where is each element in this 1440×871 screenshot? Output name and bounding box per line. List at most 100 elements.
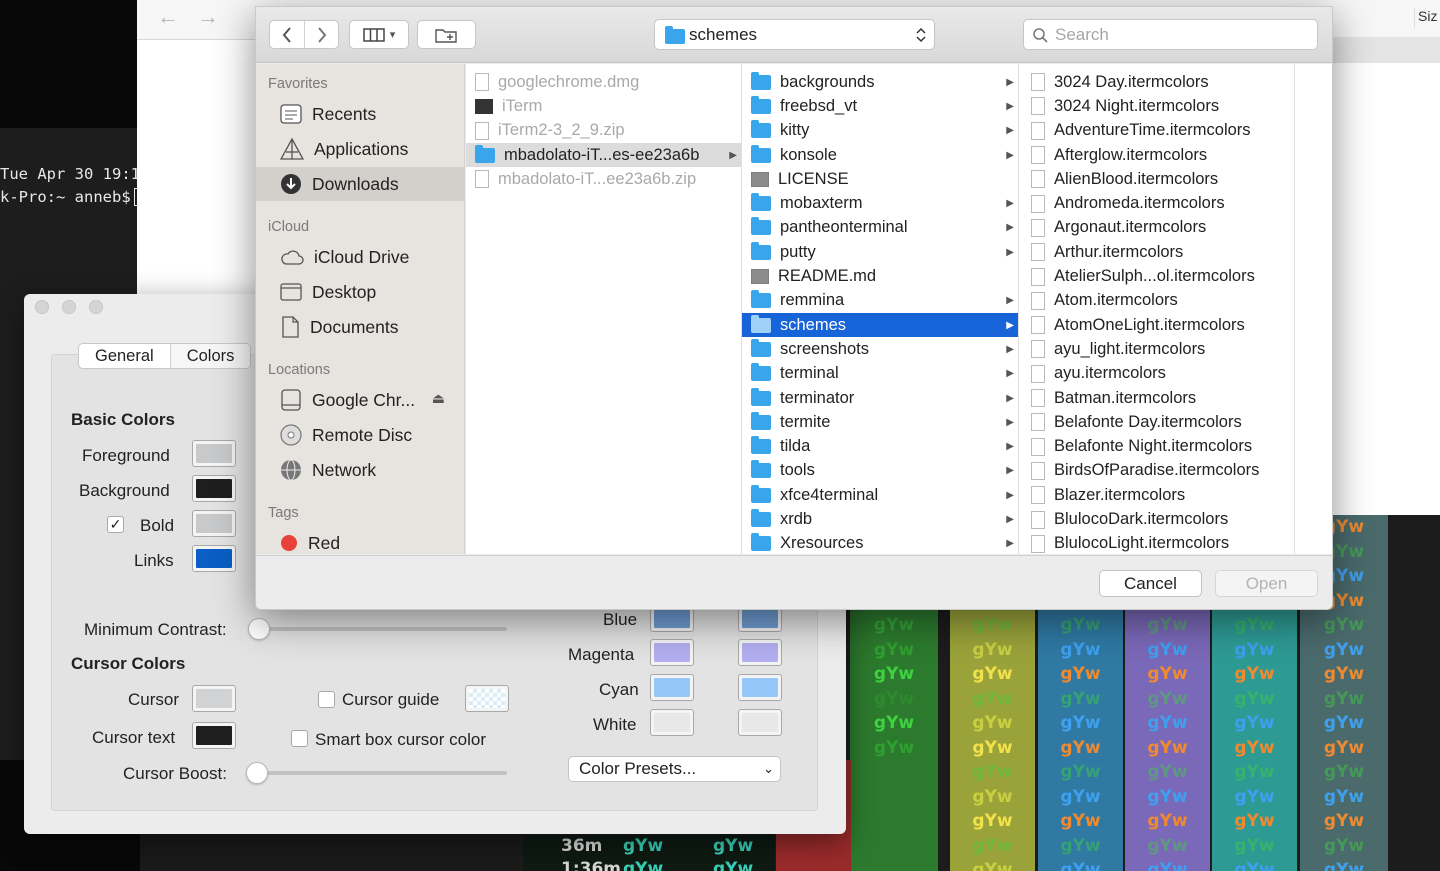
file-row[interactable]: Arthur.itermcolors: [1019, 240, 1294, 264]
swatch-sample-text: gYw: [972, 762, 1013, 782]
file-row[interactable]: screenshots ▶: [742, 337, 1018, 361]
color-presets-label: Color Presets...: [579, 759, 697, 778]
disclosure-arrow-icon: ▶: [1006, 222, 1014, 234]
file-row[interactable]: Blazer.itermcolors: [1019, 483, 1294, 507]
swatch-sample-text: gYw: [972, 615, 1013, 635]
file-row[interactable]: tilda ▶: [742, 435, 1018, 459]
file-row[interactable]: Argonaut.itermcolors: [1019, 216, 1294, 240]
minimum-contrast-slider[interactable]: [248, 618, 270, 640]
sidebar-item-remote-disc[interactable]: Remote Disc: [256, 418, 465, 452]
bright-white-color-well[interactable]: [738, 709, 782, 736]
links-color-well[interactable]: [192, 545, 236, 572]
minimum-contrast-track[interactable]: [254, 627, 507, 631]
swatch-sample-text: gYw: [1147, 811, 1188, 831]
eject-icon[interactable]: ⏏: [432, 390, 445, 407]
bright-magenta-color-well[interactable]: [738, 639, 782, 666]
file-row[interactable]: terminal ▶: [742, 362, 1018, 386]
swatch-sample-text: gYw: [1147, 664, 1188, 684]
cancel-button[interactable]: Cancel: [1099, 570, 1202, 597]
file-row[interactable]: mbadolato-iT...ee23a6b.zip: [466, 167, 741, 191]
swatch-sample-text: gYw: [873, 737, 915, 758]
foreground-color-well[interactable]: [192, 440, 236, 467]
white-color-well[interactable]: [650, 709, 694, 736]
tab-colors[interactable]: Colors: [169, 344, 251, 368]
file-row[interactable]: iTerm2-3_2_9.zip: [466, 119, 741, 143]
sidebar-item-google-chrome[interactable]: Google Chr... ⏏: [256, 383, 465, 417]
back-button[interactable]: [270, 21, 304, 48]
file-row[interactable]: mobaxterm ▶: [742, 192, 1018, 216]
file-row[interactable]: 3024 Day.itermcolors: [1019, 70, 1294, 94]
file-row[interactable]: ayu_light.itermcolors: [1019, 337, 1294, 361]
file-row[interactable]: terminator ▶: [742, 386, 1018, 410]
file-row[interactable]: AtomOneLight.itermcolors: [1019, 313, 1294, 337]
file-row[interactable]: ayu.itermcolors: [1019, 362, 1294, 386]
magenta-color-well[interactable]: [650, 639, 694, 666]
file-row[interactable]: Xresources ▶: [742, 532, 1018, 554]
cursor-guide-color-well[interactable]: [465, 685, 509, 712]
file-row[interactable]: Atom.itermcolors: [1019, 289, 1294, 313]
location-dropdown[interactable]: schemes: [654, 19, 935, 50]
file-row[interactable]: Afterglow.itermcolors: [1019, 143, 1294, 167]
cursor-boost-track[interactable]: [254, 771, 507, 775]
cursor-text-color-well[interactable]: [192, 722, 236, 749]
file-row[interactable]: LICENSE: [742, 167, 1018, 191]
file-row[interactable]: AtelierSulph...ol.itermcolors: [1019, 264, 1294, 288]
file-name: AlienBlood.itermcolors: [1054, 169, 1219, 188]
cursor-boost-slider[interactable]: [246, 762, 268, 784]
file-row[interactable]: AlienBlood.itermcolors: [1019, 167, 1294, 191]
file-row[interactable]: schemes ▶: [742, 313, 1018, 338]
bold-checkbox[interactable]: ✓: [107, 516, 124, 533]
file-row[interactable]: googlechrome.dmg: [466, 70, 741, 94]
browser-column-downloads[interactable]: googlechrome.dmg iTerm iTerm2-3_2_9.zip mba…: [466, 64, 742, 554]
color-presets-dropdown[interactable]: Color Presets... ⌄: [568, 756, 781, 782]
sidebar-item-applications[interactable]: Applications: [256, 132, 465, 166]
browser-column-repo[interactable]: backgrounds ▶ freebsd_vt ▶ kitty ▶ konsole ▶ LIC…: [742, 64, 1019, 554]
sidebar-item-downloads[interactable]: Downloads: [256, 167, 465, 201]
cursor-guide-checkbox[interactable]: [318, 691, 335, 708]
minimize-icon[interactable]: [62, 300, 76, 314]
bold-color-well[interactable]: [192, 510, 236, 537]
new-folder-button[interactable]: [417, 20, 476, 49]
tab-general[interactable]: General: [79, 344, 170, 368]
file-row[interactable]: kitty ▶: [742, 119, 1018, 143]
file-row[interactable]: freebsd_vt ▶: [742, 94, 1018, 118]
open-button[interactable]: Open: [1215, 570, 1318, 597]
file-row[interactable]: tools ▶: [742, 459, 1018, 483]
file-row[interactable]: Belafonte Day.itermcolors: [1019, 410, 1294, 434]
file-row[interactable]: remmina ▶: [742, 289, 1018, 313]
view-mode-button[interactable]: ▾: [349, 20, 409, 49]
sidebar-item-desktop[interactable]: Desktop: [256, 275, 465, 309]
file-row[interactable]: xrdb ▶: [742, 507, 1018, 531]
sidebar-item-icloud-drive[interactable]: iCloud Drive: [256, 240, 465, 274]
zoom-icon[interactable]: [89, 300, 103, 314]
sidebar-item-recents[interactable]: Recents: [256, 97, 465, 131]
file-row[interactable]: Andromeda.itermcolors: [1019, 192, 1294, 216]
browser-column-schemes[interactable]: 3024 Day.itermcolors 3024 Night.itermcolo…: [1019, 64, 1295, 554]
forward-button[interactable]: [304, 21, 338, 48]
close-icon[interactable]: [35, 300, 49, 314]
file-row[interactable]: pantheonterminal ▶: [742, 216, 1018, 240]
file-row[interactable]: BirdsOfParadise.itermcolors: [1019, 459, 1294, 483]
file-row[interactable]: 3024 Night.itermcolors: [1019, 94, 1294, 118]
file-row[interactable]: mbadolato-iT...es-ee23a6b ▶: [466, 142, 741, 168]
cursor-color-well[interactable]: [192, 685, 236, 712]
cyan-color-well[interactable]: [650, 674, 694, 701]
search-field[interactable]: Search: [1023, 19, 1318, 50]
file-row[interactable]: README.md: [742, 264, 1018, 288]
file-row[interactable]: BlulocoDark.itermcolors: [1019, 507, 1294, 531]
file-row[interactable]: BlulocoLight.itermcolors: [1019, 532, 1294, 554]
file-row[interactable]: xfce4terminal ▶: [742, 483, 1018, 507]
file-row[interactable]: putty ▶: [742, 240, 1018, 264]
sidebar-item-network[interactable]: Network: [256, 453, 465, 487]
file-row[interactable]: termite ▶: [742, 410, 1018, 434]
file-row[interactable]: Belafonte Night.itermcolors: [1019, 435, 1294, 459]
background-color-well[interactable]: [192, 475, 236, 502]
file-row[interactable]: iTerm: [466, 94, 741, 118]
smart-box-checkbox[interactable]: [291, 730, 308, 747]
file-row[interactable]: AdventureTime.itermcolors: [1019, 119, 1294, 143]
sidebar-item-documents[interactable]: Documents: [256, 310, 465, 344]
file-row[interactable]: konsole ▶: [742, 143, 1018, 167]
file-row[interactable]: Batman.itermcolors: [1019, 386, 1294, 410]
bright-cyan-color-well[interactable]: [738, 674, 782, 701]
file-row[interactable]: backgrounds ▶: [742, 70, 1018, 94]
